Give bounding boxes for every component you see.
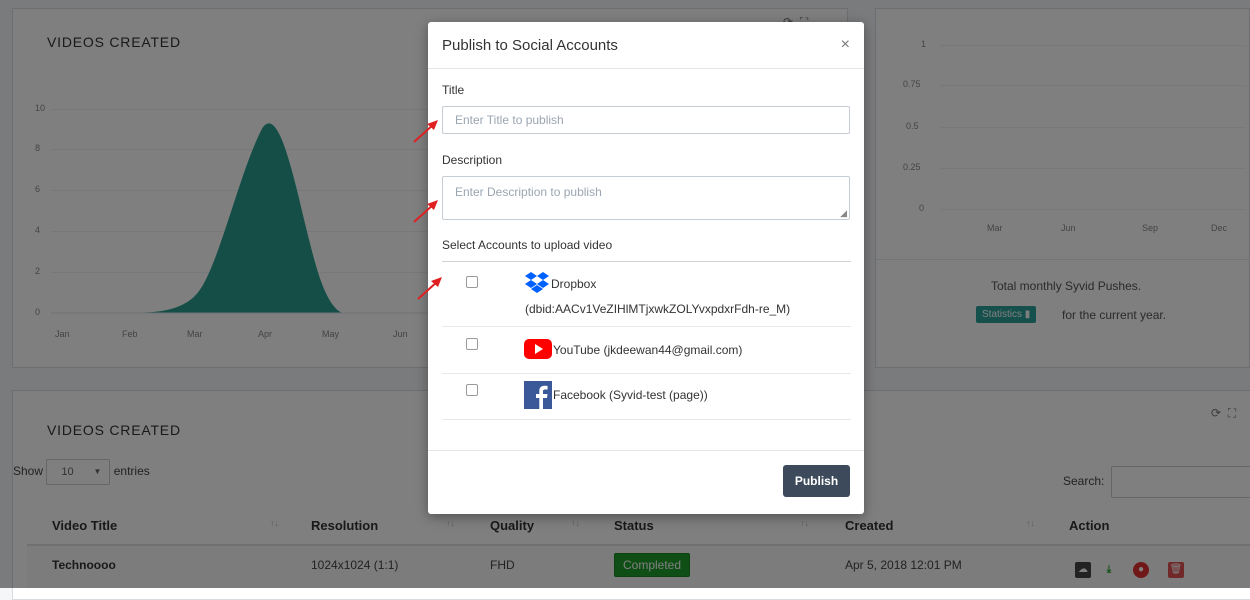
account-row-dropbox: Dropbox (dbid:AACv1VeZIHlMTjxwkZOLYvxpdx… [442, 262, 851, 327]
modal-title: Publish to Social Accounts [442, 37, 618, 54]
account-row-facebook: Facebook (Syvid-test (page)) [442, 373, 851, 420]
facebook-name: Facebook (Syvid-test (page)) [553, 388, 708, 402]
annotation-arrow-dropbox [417, 277, 442, 300]
dropbox-detail: (dbid:AACv1VeZIHlMTjxwkZOLYvxpdxrFdh-re_… [525, 302, 791, 316]
description-label: Description [442, 153, 503, 167]
youtube-checkbox[interactable] [466, 338, 478, 350]
dropbox-name: Dropbox [551, 277, 597, 291]
facebook-checkbox[interactable] [466, 384, 478, 396]
modal-header-divider [428, 68, 864, 69]
accounts-label: Select Accounts to upload video [442, 238, 613, 252]
close-icon[interactable]: × [841, 36, 850, 54]
publish-button[interactable]: Publish [783, 465, 850, 497]
publish-modal: Publish to Social Accounts × Title Enter… [428, 22, 864, 514]
title-label: Title [442, 83, 465, 97]
title-placeholder: Enter Title to publish [455, 113, 564, 127]
account-row-youtube: YouTube (jkdeewan44@gmail.com) [442, 326, 851, 374]
dropbox-checkbox[interactable] [466, 276, 478, 288]
resize-handle-icon[interactable]: ◢ [840, 208, 847, 219]
facebook-icon [524, 381, 552, 409]
description-placeholder: Enter Description to publish [455, 185, 602, 199]
title-input[interactable]: Enter Title to publish [442, 106, 850, 134]
description-textarea[interactable]: Enter Description to publish ◢ [442, 176, 850, 220]
modal-footer-divider [428, 450, 864, 451]
annotation-arrow-description [413, 200, 438, 223]
youtube-name: YouTube (jkdeewan44@gmail.com) [553, 343, 743, 357]
youtube-icon [524, 339, 552, 359]
dropbox-icon [525, 272, 549, 293]
annotation-arrow-title [413, 120, 438, 143]
